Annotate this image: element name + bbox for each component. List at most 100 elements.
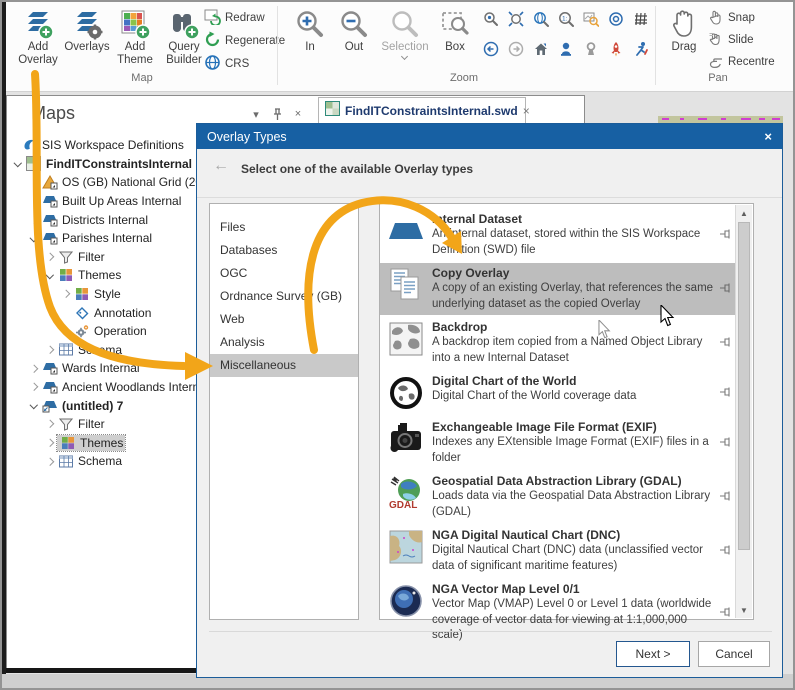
category-files[interactable]: Files [210,216,358,239]
panel-close-icon[interactable]: × [290,108,306,120]
maps-panel-title: Maps [31,103,75,124]
position-marker-icon[interactable] [557,40,575,58]
overlay-type-gdal[interactable]: GDAL Geospatial Data Abstraction Library… [380,471,736,523]
pin-icon[interactable] [720,384,732,402]
category-analysis[interactable]: Analysis [210,331,358,354]
pin-icon[interactable] [720,434,732,452]
chevron-right-icon[interactable] [27,175,41,189]
add-theme-button[interactable]: Add Theme [112,5,158,68]
scroll-down-icon[interactable]: ▼ [736,602,752,618]
scroll-up-icon[interactable]: ▲ [736,205,752,221]
add-overlay-button[interactable]: Add Overlay [14,5,62,68]
category-databases[interactable]: Databases [210,239,358,262]
chevron-down-icon[interactable] [27,399,41,413]
category-web[interactable]: Web [210,308,358,331]
chevron-right-icon[interactable] [43,250,57,264]
pin-icon[interactable] [720,226,732,244]
chevron-right-icon[interactable] [43,436,57,450]
camera-icon [384,420,428,458]
globe-icon [204,54,221,74]
view-forward-icon[interactable] [507,40,525,58]
ribbon: Add Overlay Overlays Add Theme Query Bui… [6,2,793,92]
pin-icon[interactable] [720,604,732,622]
zoom-scale-icon[interactable]: 1: [557,10,575,28]
rocket-icon[interactable] [607,40,625,58]
chevron-right-icon[interactable] [43,454,57,468]
view-back-icon[interactable] [482,40,500,58]
document-tab[interactable]: FindITConstraintsInternal.swd × [318,97,526,124]
pin-icon[interactable] [720,334,732,352]
overlay-type-dnc[interactable]: NGA Digital Nautical Chart (DNC)Digital … [380,525,736,577]
overlay-type-internal-dataset[interactable]: Internal DatasetAn internal dataset, sto… [380,209,736,261]
overlays-button[interactable]: Overlays [62,5,112,68]
scrollbar[interactable]: ▲ ▼ [735,205,752,618]
chevron-spacer [59,324,73,338]
cancel-button[interactable]: Cancel [698,641,770,667]
keyhole-icon[interactable] [582,40,600,58]
zoom-out-icon [339,7,369,41]
chevron-right-icon[interactable] [27,213,41,227]
overlay-edit-icon [41,398,58,414]
category-ordnance-survey-gb[interactable]: Ordnance Survey (GB) [210,285,358,308]
zoom-box-button[interactable]: Box [434,5,476,68]
chevron-right-icon[interactable] [59,287,73,301]
operation-gears-icon [73,323,90,339]
pan-drag-button[interactable]: Drag [664,5,704,68]
chevron-down-icon[interactable] [11,157,25,171]
runner-icon[interactable] [632,40,650,58]
digital-chart-world-icon [384,374,428,412]
pin-icon[interactable] [720,542,732,560]
scrollbar-thumb[interactable] [738,222,750,550]
overlay-type-exif[interactable]: Exchangeable Image File Format (EXIF)Ind… [380,417,736,469]
zoom-out-button[interactable]: Out [332,5,376,68]
regenerate-button[interactable]: Regenerate [204,31,285,51]
filter-funnel-icon [57,249,74,265]
panel-dropdown-icon[interactable]: ▾ [248,108,264,121]
overlay-types-dialog: Overlay Types × ← Select one of the avai… [196,123,783,678]
zoom-grid-icon[interactable] [632,10,650,28]
pin-icon[interactable] [720,280,732,298]
home-view-icon[interactable] [532,40,550,58]
overlay-type-vmap[interactable]: NGA Vector Map Level 0/1Vector Map (VMAP… [380,579,736,647]
sis-logo-icon [21,137,38,153]
zoom-image-icon[interactable] [582,10,600,28]
zoom-target-icon[interactable] [607,10,625,28]
zoom-selection-icon [390,7,420,41]
panel-pin-icon[interactable] [269,108,285,124]
query-builder-button[interactable]: Query Builder [158,5,210,68]
zoom-pan-icon[interactable] [482,10,500,28]
chevron-right-icon[interactable] [27,361,41,375]
zoom-in-button[interactable]: In [290,5,330,68]
overlay-type-digital-chart-of-the-world[interactable]: Digital Chart of the WorldDigital Chart … [380,371,736,415]
zoom-in-icon [295,7,325,41]
pan-recentre-button[interactable]: Recentre [708,52,775,72]
dialog-close-icon[interactable]: × [764,129,772,144]
next-button[interactable]: Next > [616,641,690,667]
chevron-right-icon[interactable] [43,343,57,357]
chevron-right-icon[interactable] [43,417,57,431]
overlay-icon [41,212,58,228]
chevron-down-icon[interactable] [27,231,41,245]
pan-snap-button[interactable]: Snap [708,8,755,28]
drag-hand-icon [669,7,699,41]
zoom-selection-button[interactable]: Selection [378,5,432,68]
back-arrow-icon[interactable]: ← [213,157,229,175]
overlay-type-backdrop[interactable]: BackdropA backdrop item copied from a Na… [380,317,736,369]
vmap-globe-icon [384,582,428,620]
category-miscellaneous[interactable]: Miscellaneous [210,354,358,377]
dialog-titlebar[interactable]: Overlay Types × [197,124,782,149]
category-ogc[interactable]: OGC [210,262,358,285]
backdrop-icon [384,320,428,358]
chevron-right-icon[interactable] [27,194,41,208]
tab-close-icon[interactable]: × [523,104,530,118]
chevron-right-icon[interactable] [27,380,41,394]
redraw-button[interactable]: Redraw [204,8,265,28]
zoom-extents-icon[interactable] [507,10,525,28]
style-grid-icon [73,286,90,302]
pan-slide-button[interactable]: Slide [708,30,754,50]
chevron-down-icon[interactable] [43,268,57,282]
zoom-world-icon[interactable] [532,10,550,28]
pin-icon[interactable] [720,488,732,506]
overlay-type-copy-overlay[interactable]: Copy OverlayA copy of an existing Overla… [380,263,736,315]
crs-button[interactable]: CRS [204,54,249,74]
